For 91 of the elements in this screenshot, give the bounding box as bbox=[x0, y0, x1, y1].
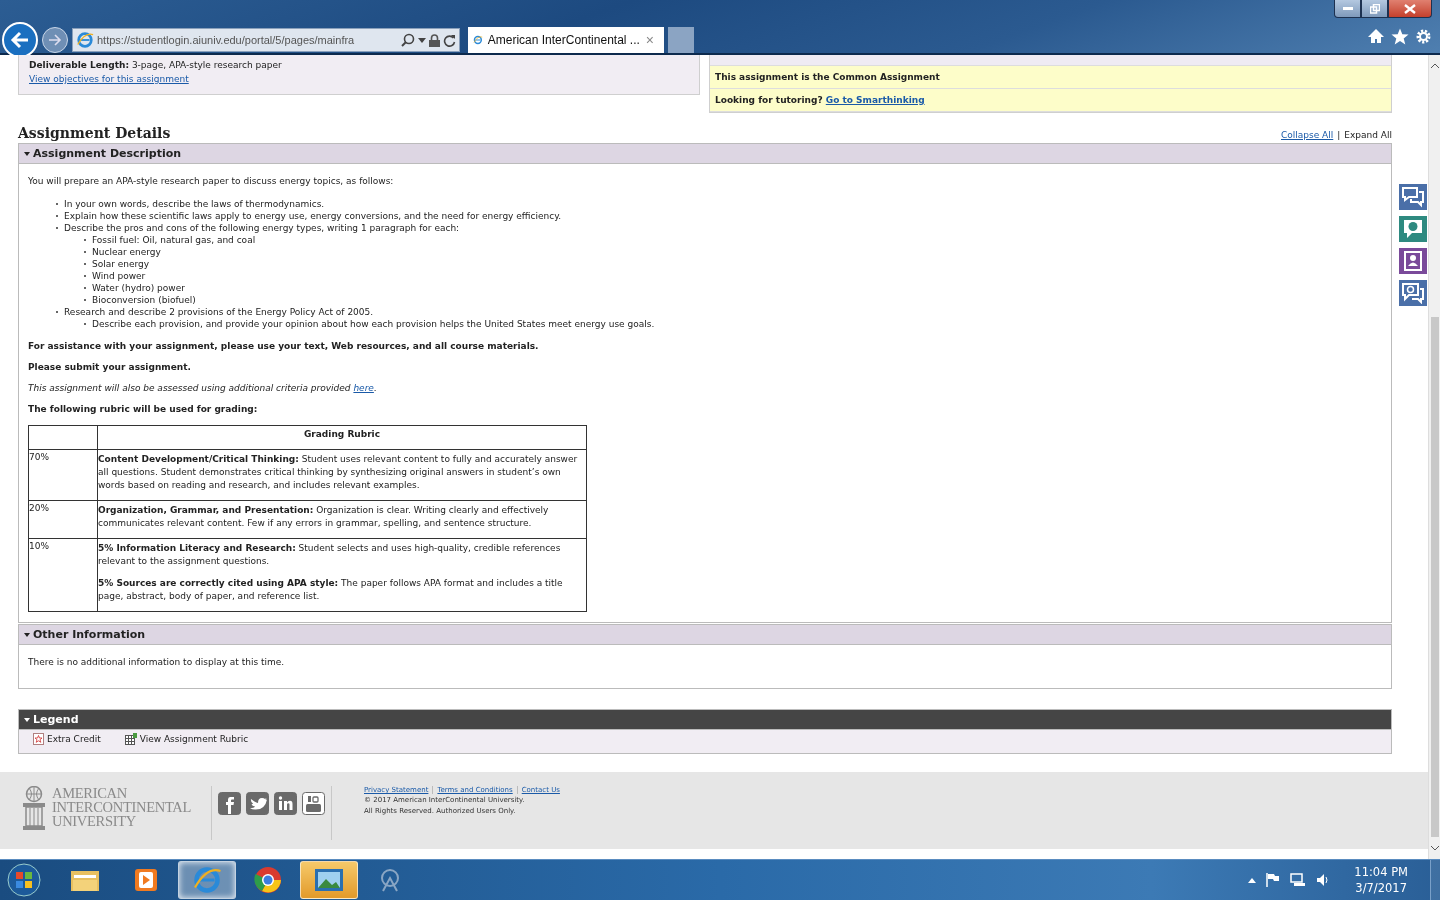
list-item: Fossil fuel: Oil, natural gas, and coal bbox=[92, 234, 256, 246]
list-item: Describe the pros and cons of the following energy types, writing 1 paragraph for each: bbox=[64, 222, 460, 234]
network-icon[interactable] bbox=[1290, 873, 1307, 887]
dropdown-caret-icon[interactable] bbox=[418, 37, 426, 43]
scroll-up-icon[interactable] bbox=[1430, 63, 1439, 68]
photo-viewer-icon bbox=[314, 867, 344, 893]
question-chat-icon[interactable] bbox=[1398, 279, 1428, 307]
close-icon bbox=[1404, 3, 1416, 14]
browser-tab[interactable]: American InterContinental ... × bbox=[468, 27, 664, 53]
info-text: There is no additional information to display at this time. bbox=[28, 656, 286, 668]
logo-text: AMERICAN bbox=[52, 786, 128, 800]
address-bar[interactable]: https://studentlogin.aiuniv.edu/portal/5/pages/mainfra bbox=[72, 28, 460, 52]
list-item: Bioconversion (biofuel) bbox=[92, 294, 196, 306]
rubric-grid-icon bbox=[124, 733, 137, 745]
criterion-text: 5% Sources are correctly cited using APA style: The paper follows APA format and includes a title page, abstract, body of paper, and reference list. bbox=[98, 577, 564, 603]
notice-text: Looking for tutoring? bbox=[715, 95, 823, 105]
taskbar-app[interactable] bbox=[300, 861, 358, 899]
legend-header[interactable]: Legend bbox=[19, 710, 1391, 730]
list-item: Nuclear energy bbox=[92, 246, 161, 258]
legend-label: Extra Credit bbox=[47, 733, 101, 745]
list-item: Describe each provision, and provide your opinion about how each provision helps the United States meet energy use goals. bbox=[92, 318, 655, 330]
logo-text: INTERCONTINENTAL bbox=[52, 800, 191, 814]
linkedin-icon[interactable] bbox=[274, 792, 297, 815]
scroll-down-icon[interactable] bbox=[1430, 846, 1439, 851]
settings-icon[interactable] bbox=[1415, 28, 1432, 45]
date-text: 3/7/2017 bbox=[1355, 880, 1407, 896]
media-player-icon bbox=[133, 867, 159, 893]
criterion-text: Content Development/Critical Thinking: Student uses relevant content to fully and accurately answer all questions. Student demonstrates critical thinking by synthesizing original answers in student’s own words based on reading and research, and includes relevant examples. bbox=[98, 453, 579, 492]
list-item: Solar energy bbox=[92, 258, 150, 270]
table-header: Grading Rubric bbox=[97, 425, 587, 450]
minimize-icon bbox=[1342, 6, 1353, 11]
list-item: Research and describe 2 provisions of the Energy Policy Act of 2005. bbox=[64, 306, 374, 318]
criterion-text: Organization, Grammar, and Presentation: Organization is clear. Writing clearly and effectively communicates relevant content. Few if any errors in grammar, spelling, and sentence structure. bbox=[98, 504, 550, 530]
section-header[interactable]: Assignment Description bbox=[19, 144, 1391, 164]
flag-icon[interactable] bbox=[1266, 873, 1281, 887]
collapse-all-link[interactable]: Collapse All bbox=[1281, 129, 1334, 141]
list-item: Wind power bbox=[92, 270, 146, 282]
forward-arrow-icon bbox=[48, 34, 62, 46]
objectives-link[interactable]: View objectives for this assignment bbox=[29, 74, 189, 84]
list-item: In your own words, describe the laws of thermodynamics. bbox=[64, 198, 325, 210]
back-arrow-icon bbox=[10, 31, 30, 49]
help-icon[interactable] bbox=[1398, 215, 1428, 243]
tab-close-button[interactable]: × bbox=[644, 33, 655, 47]
university-logo-icon bbox=[20, 786, 48, 832]
section-header[interactable]: Other Information bbox=[19, 625, 1391, 645]
criteria-text: This assignment will also be assessed using additional criteria provided here. bbox=[28, 383, 378, 393]
search-icon[interactable] bbox=[401, 33, 415, 47]
logo-text: UNIVERSITY bbox=[52, 814, 137, 828]
expand-all-link[interactable]: Expand All bbox=[1344, 129, 1392, 141]
refresh-icon[interactable] bbox=[443, 33, 456, 47]
legend-label: View Assignment Rubric bbox=[139, 733, 249, 745]
video-icon[interactable] bbox=[302, 792, 325, 815]
contact-card-icon[interactable] bbox=[1398, 247, 1428, 275]
url-text: https://studentlogin.aiuniv.edu/portal/5/pages/mainfra bbox=[97, 34, 356, 46]
deliverable-length-text: Deliverable Length: 3-page, APA-style research paper bbox=[29, 59, 283, 71]
separator-text: | bbox=[1337, 129, 1341, 141]
restore-icon bbox=[1369, 3, 1380, 14]
smarthinking-link[interactable]: Go to Smarthinking bbox=[825, 95, 925, 105]
clock[interactable]: 11:04 PM 3/7/2017 bbox=[1354, 864, 1408, 896]
browser-icon bbox=[192, 865, 222, 895]
star-page-icon bbox=[33, 733, 44, 745]
browser-icon bbox=[76, 31, 94, 49]
intro-text: You will prepare an APA-style research paper to discuss energy topics, as follows: bbox=[28, 175, 395, 187]
here-link[interactable]: here bbox=[353, 383, 374, 393]
weight-cell: 70% bbox=[28, 449, 98, 501]
lock-icon[interactable] bbox=[429, 33, 440, 47]
twitter-icon[interactable] bbox=[246, 792, 269, 815]
minimize-button[interactable] bbox=[1334, 0, 1361, 18]
weight-cell: 10% bbox=[28, 538, 98, 612]
chrome-icon bbox=[253, 865, 283, 895]
assistance-text: For assistance with your assignment, please use your text, Web resources, and all course materials. bbox=[28, 341, 540, 351]
scrollbar[interactable] bbox=[1428, 55, 1440, 859]
time-text: 11:04 PM bbox=[1354, 864, 1408, 880]
list-item: Explain how these scientific laws apply to energy use, energy conversions, and the need for energy efficiency. bbox=[64, 210, 562, 222]
notice-text: This assignment is the Common Assignment bbox=[715, 72, 940, 82]
tray-arrow-icon[interactable] bbox=[1248, 877, 1257, 883]
home-icon[interactable] bbox=[1367, 28, 1385, 45]
back-button[interactable] bbox=[2, 22, 38, 58]
chat-icon[interactable] bbox=[1398, 183, 1428, 211]
rubric-intro-text: The following rubric will be used for grading: bbox=[28, 404, 259, 414]
close-button[interactable] bbox=[1388, 0, 1432, 18]
star-icon[interactable] bbox=[1391, 28, 1409, 45]
restore-button[interactable] bbox=[1361, 0, 1388, 18]
section-title: Assignment Details bbox=[18, 125, 171, 141]
criterion-text: 5% Information Literacy and Research: Student selects and uses high-quality, credible references relevant to the assignment questions. bbox=[98, 542, 562, 568]
forward-button[interactable] bbox=[42, 27, 68, 53]
weight-cell: 20% bbox=[28, 500, 98, 539]
submit-text: Please submit your assignment. bbox=[28, 362, 192, 372]
volume-icon[interactable] bbox=[1316, 873, 1331, 887]
facebook-icon[interactable] bbox=[218, 792, 241, 815]
list-item: Water (hydro) power bbox=[92, 282, 185, 294]
